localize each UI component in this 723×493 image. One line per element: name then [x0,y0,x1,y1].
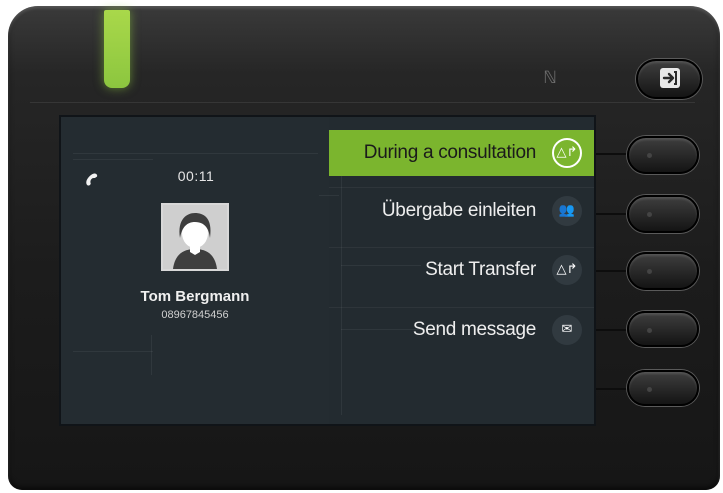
menu-item-transfer[interactable]: Start Transfer △↱ [329,247,594,293]
menu-item-handover[interactable]: Übergabe einleiten 👥 [329,188,594,234]
caller-name: Tom Bergmann [140,288,250,305]
menu-item-label: Start Transfer [425,259,536,280]
menu-item-send-message[interactable]: Send message ✉ [329,307,594,353]
menu-item-consultation[interactable]: During a consultation △↱ [329,130,594,176]
transfer-icon: △↱ [552,255,582,285]
key-connector [594,388,628,390]
caller-avatar [161,203,229,271]
display-screen: 00:11 Tom Bergmann 08967845456 During a … [61,117,594,424]
key-dot [647,269,652,274]
phone-handset-icon [86,173,98,186]
nfc-icon: ℕ [543,68,557,88]
softkey-4[interactable] [627,311,699,347]
divider [151,335,152,375]
key-dot [647,212,652,217]
softkey-2[interactable] [627,195,699,233]
call-timer: 00:11 [177,168,215,184]
leave-key[interactable] [636,59,702,99]
key-connector [594,153,628,155]
menu-item-label: During a consultation [363,142,537,163]
menu-item-label: Übergabe einleiten [381,200,536,221]
key-dot [647,153,652,158]
softkey-1[interactable] [627,136,699,174]
exit-icon [660,68,680,88]
softkey-5[interactable] [627,370,699,406]
key-dot [647,387,652,392]
key-connector [594,329,628,331]
menu-item-label: Send message [412,319,536,340]
divider [73,351,153,352]
key-dot [647,328,652,333]
softkey-3[interactable] [627,252,699,290]
divider [73,153,318,154]
consult-transfer-icon: △↱ [552,138,582,168]
message-led [104,10,130,88]
context-menu: During a consultation △↱ Übergabe einlei… [319,117,594,424]
handover-icon: 👥 [552,196,582,226]
call-panel: 00:11 Tom Bergmann 08967845456 [61,117,329,424]
key-connector [594,270,628,272]
key-connector [594,213,628,215]
message-icon: ✉ [552,315,582,345]
bezel-line [30,102,695,103]
caller-number: 08967845456 [161,309,229,321]
divider [73,159,153,160]
